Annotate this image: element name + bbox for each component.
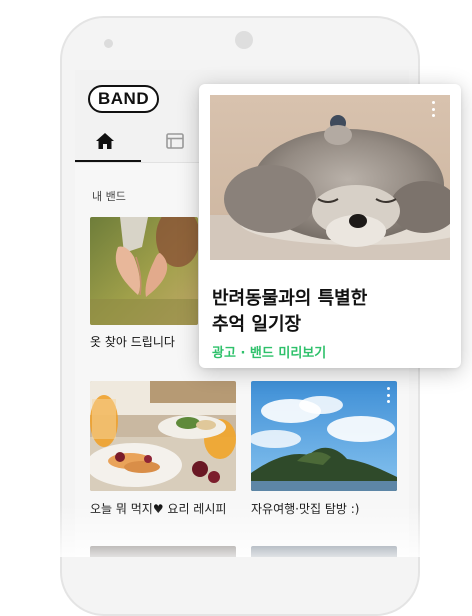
tab-home[interactable]	[95, 132, 115, 150]
home-icon	[96, 133, 114, 149]
hands-heart-image	[90, 217, 198, 325]
band-caption: 옷 찾아 드립니다	[90, 335, 175, 349]
breakfast-image	[90, 381, 236, 491]
more-options-icon[interactable]	[387, 387, 391, 403]
ad-image	[210, 95, 450, 260]
band-thumbnail-travel[interactable]	[251, 381, 397, 491]
bottom-fade	[0, 505, 472, 557]
ad-more-options-icon[interactable]	[432, 101, 436, 117]
ad-preview-link[interactable]: 광고 · 밴드 미리보기	[212, 342, 326, 361]
ad-card[interactable]: 반려동물과의 특별한 추억 일기장 광고 · 밴드 미리보기	[199, 84, 461, 368]
speaker	[235, 31, 253, 49]
section-title: 내 밴드	[92, 190, 126, 203]
band-logo[interactable]: BAND	[88, 85, 160, 113]
ad-title-line-1: 반려동물과의 특별한	[212, 288, 368, 309]
sky-island-image	[251, 381, 397, 491]
ad-title-line-2: 추억 일기장	[212, 314, 302, 335]
sleeping-dog-image	[210, 95, 450, 260]
board-icon	[166, 133, 184, 149]
band-thumbnail-food[interactable]	[90, 381, 236, 491]
tab-board[interactable]	[166, 133, 184, 149]
front-camera	[104, 39, 113, 48]
ad-title: 반려동물과의 특별한 추억 일기장	[212, 286, 452, 338]
band-thumbnail-hands[interactable]	[90, 217, 198, 325]
